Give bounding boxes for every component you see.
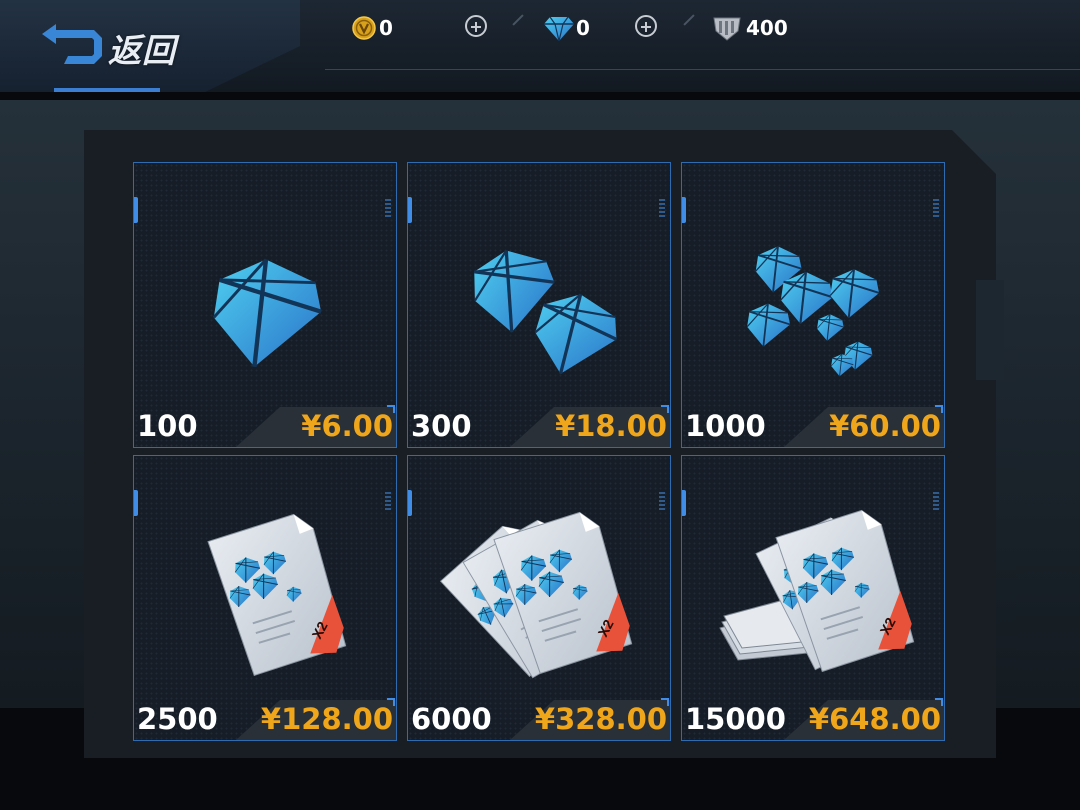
item-price: ¥18.00	[555, 409, 667, 443]
panel-notch	[976, 280, 1004, 380]
voucher-fan-icon: X2	[408, 456, 671, 696]
item-amount: 2500	[137, 702, 218, 736]
coin-counter: 0	[352, 14, 393, 42]
diamond-value: 0	[576, 16, 590, 40]
diamond-pile-icon	[746, 245, 881, 377]
back-label: 返回	[108, 31, 176, 70]
shop-item-card[interactable]: X2 2500 ¥128.00	[133, 455, 397, 741]
voucher-stack-icon: X2	[719, 456, 945, 696]
shop-item-card[interactable]: 300 ¥18.00	[407, 162, 671, 448]
shop-item-card[interactable]: X2 6000 ¥328.00	[407, 455, 671, 741]
coin-value: 0	[379, 16, 393, 40]
item-amount: 1000	[685, 409, 766, 443]
shop-item-card[interactable]: 100 ¥6.00	[133, 162, 397, 448]
add-diamond-button[interactable]	[635, 15, 657, 37]
divider	[683, 14, 695, 26]
diamond-counter: 0	[544, 14, 590, 42]
shield-badge-icon	[713, 17, 741, 41]
top-bar: 返回 0 0 400	[0, 0, 1080, 92]
item-price: ¥328.00	[534, 702, 667, 736]
back-arrow-icon	[42, 24, 102, 64]
item-price: ¥6.00	[301, 409, 393, 443]
two-diamonds-icon	[465, 241, 624, 383]
honor-value: 400	[746, 16, 788, 40]
item-amount: 300	[411, 409, 472, 443]
item-price: ¥648.00	[808, 702, 941, 736]
gold-coin-icon	[352, 16, 376, 40]
shop-item-card[interactable]: X2 15000 ¥648.00	[681, 455, 945, 741]
item-amount: 6000	[411, 702, 492, 736]
diamond-icon	[544, 16, 574, 41]
back-underline	[54, 88, 160, 92]
honor-counter: 400	[712, 14, 788, 42]
item-amount: 15000	[685, 702, 786, 736]
divider	[512, 14, 524, 26]
item-amount: 100	[137, 409, 198, 443]
shop-item-card[interactable]: 1000 ¥60.00	[681, 162, 945, 448]
add-coin-button[interactable]	[465, 15, 487, 37]
item-price: ¥128.00	[260, 702, 393, 736]
back-button[interactable]: 返回	[0, 0, 300, 92]
item-price: ¥60.00	[829, 409, 941, 443]
single-diamond-icon	[134, 163, 397, 403]
diamond-voucher-icon: X2	[134, 456, 397, 696]
header-rule	[325, 69, 1080, 70]
